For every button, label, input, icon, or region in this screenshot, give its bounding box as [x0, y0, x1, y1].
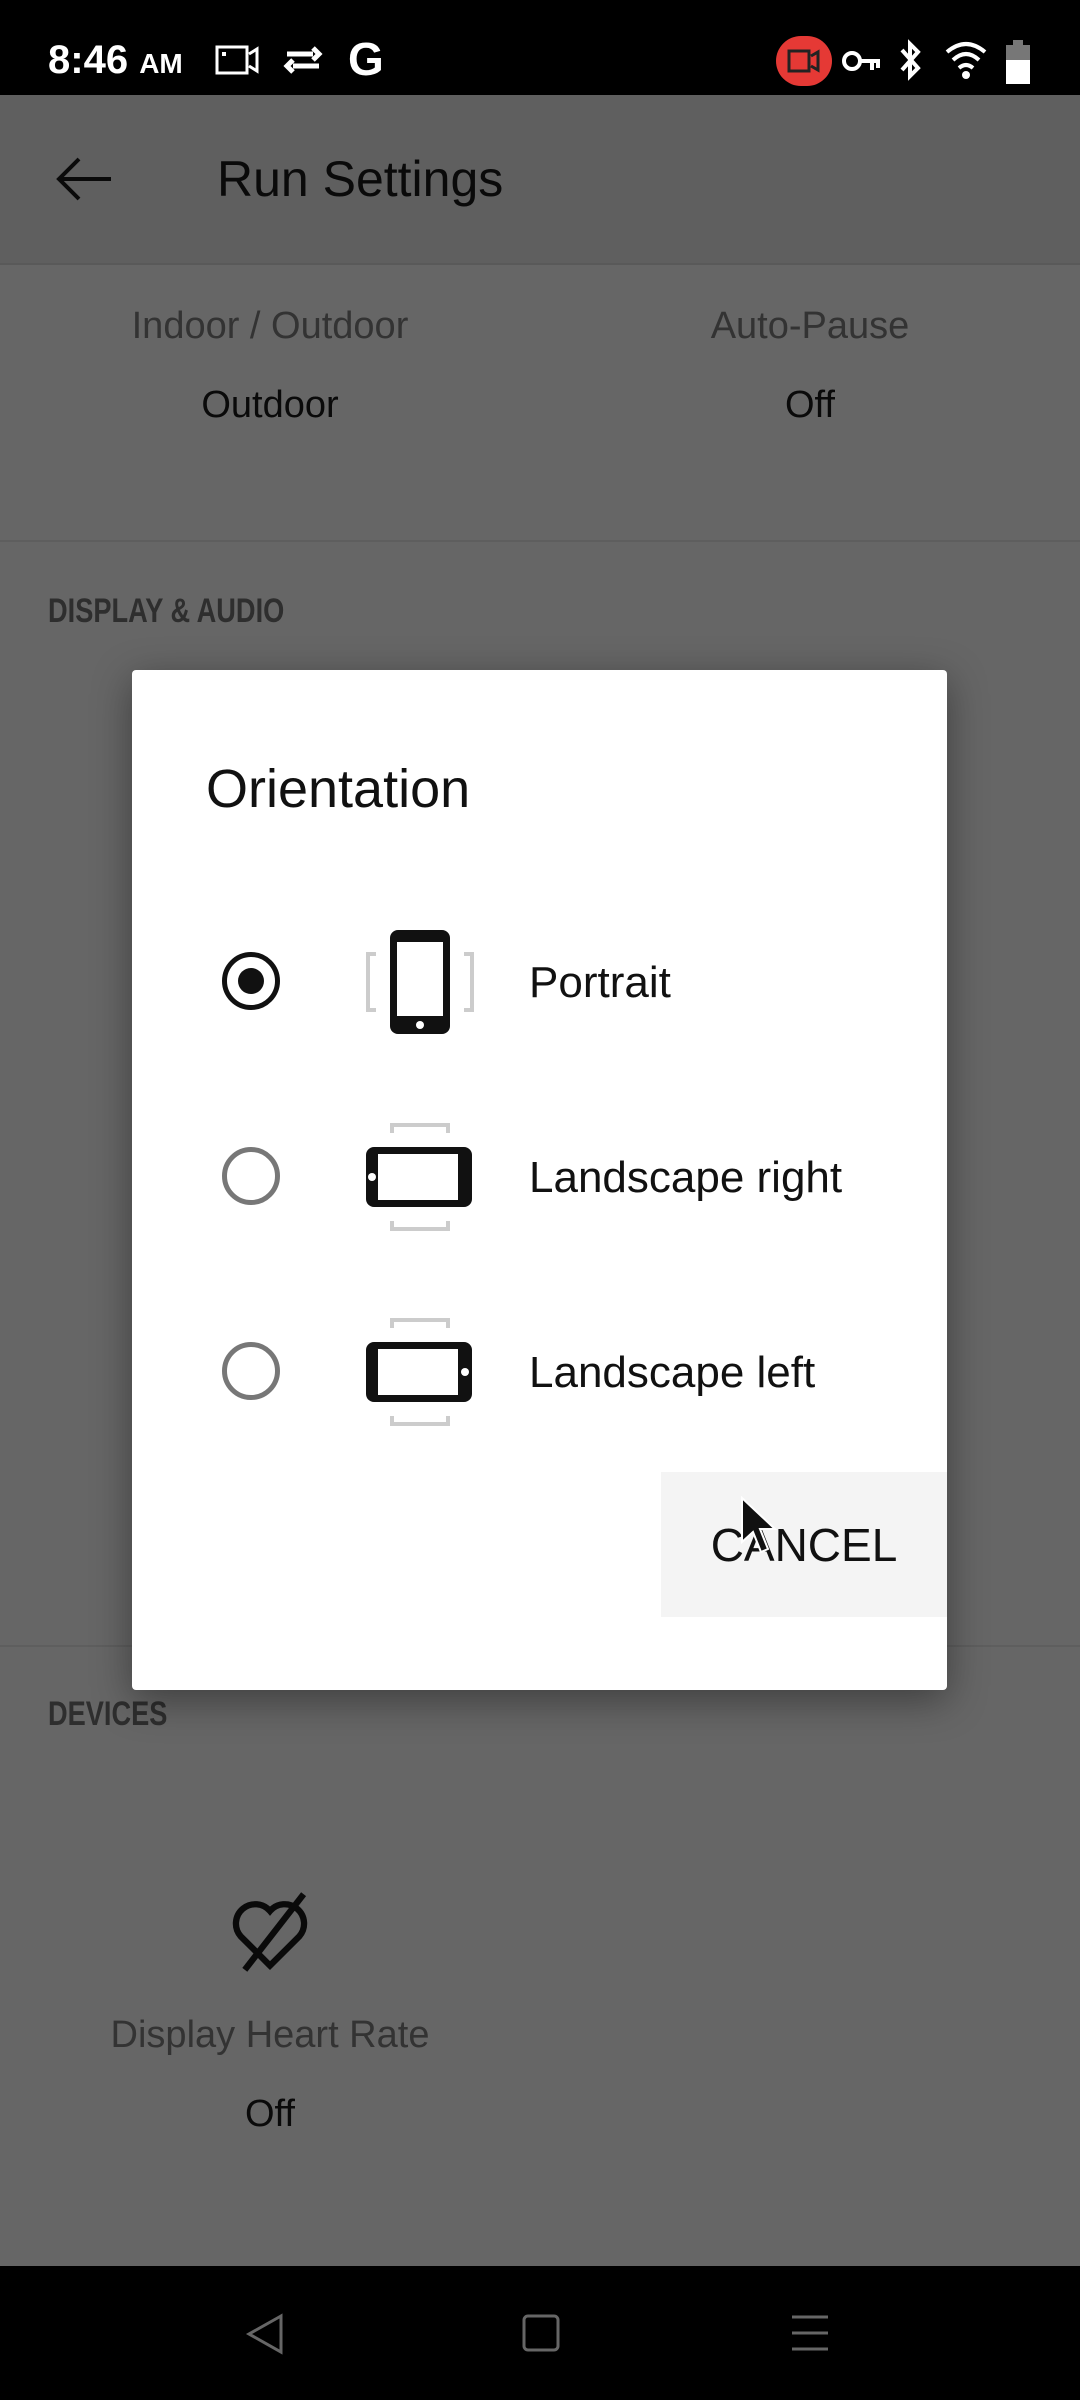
setting-value: Outdoor — [201, 384, 339, 426]
app-bar: Run Settings — [0, 95, 1080, 265]
section-display-audio: DISPLAY & AUDIO — [48, 592, 285, 630]
option-landscape-right[interactable]: Landscape right — [132, 1101, 947, 1251]
section-devices: DEVICES — [48, 1695, 168, 1733]
cancel-button[interactable]: CANCEL — [661, 1472, 947, 1617]
google-icon: G — [348, 33, 384, 85]
navigation-bar — [0, 2266, 1080, 2400]
setting-value: Off — [245, 2093, 295, 2135]
setting-label: Indoor / Outdoor — [131, 305, 409, 347]
time: 8:46 — [48, 38, 129, 82]
option-portrait[interactable]: Portrait — [132, 906, 947, 1056]
back-icon[interactable] — [245, 2312, 285, 2356]
phone-landscape-left-icon — [366, 1318, 472, 1426]
recording-badge-icon — [776, 36, 832, 86]
option-label: Landscape right — [529, 1153, 843, 1202]
status-bar: 8:46 AM G — [0, 0, 1080, 95]
battery-icon — [1006, 40, 1030, 84]
sync-icon — [283, 46, 323, 74]
phone-landscape-right-icon — [366, 1123, 472, 1231]
home-icon[interactable] — [522, 2314, 560, 2352]
wifi-icon — [945, 42, 987, 79]
mouse-cursor-icon — [741, 1496, 778, 1554]
divider — [0, 540, 1080, 542]
setting-auto-pause[interactable]: Auto-Pause Off — [540, 305, 1080, 427]
radio-unselected[interactable] — [222, 1147, 280, 1205]
page-title: Run Settings — [217, 151, 504, 207]
heart-rate-off-icon — [232, 1892, 308, 1972]
screen-record-icon — [215, 45, 259, 75]
setting-indoor-outdoor[interactable]: Indoor / Outdoor Outdoor — [0, 305, 540, 427]
setting-display-heart-rate[interactable]: Display Heart Rate Off — [0, 1890, 540, 2136]
status-time: 8:46 AM — [48, 38, 183, 83]
radio-selected[interactable] — [222, 952, 280, 1010]
option-label: Landscape left — [529, 1348, 816, 1397]
setting-label: Auto-Pause — [710, 305, 910, 347]
phone-portrait-icon — [366, 930, 474, 1034]
orientation-dialog: Orientation Portrait Landscape right Lan… — [132, 670, 947, 1690]
bluetooth-icon — [900, 39, 921, 81]
vpn-key-icon — [842, 51, 880, 71]
option-landscape-left[interactable]: Landscape left — [132, 1296, 947, 1446]
dialog-title: Orientation — [206, 759, 471, 819]
setting-label: Display Heart Rate — [110, 2014, 430, 2056]
ampm: AM — [139, 48, 183, 79]
menu-icon[interactable] — [790, 2314, 830, 2352]
setting-value: Off — [785, 384, 835, 426]
arrow-left-icon[interactable] — [55, 155, 113, 203]
radio-unselected[interactable] — [222, 1342, 280, 1400]
option-label: Portrait — [529, 958, 671, 1007]
